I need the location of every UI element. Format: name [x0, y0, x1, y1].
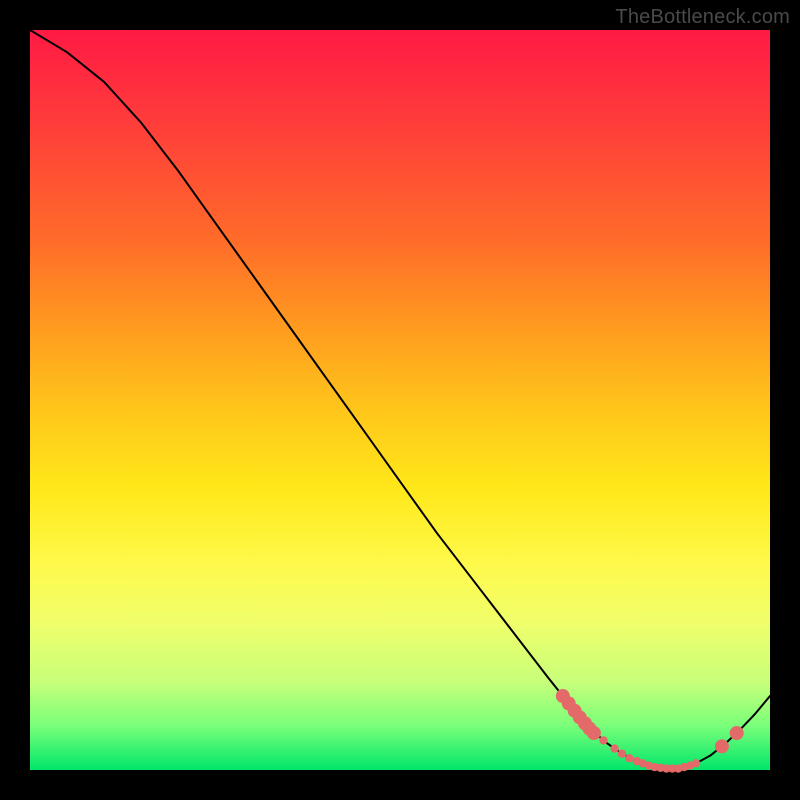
marker-point — [625, 754, 633, 762]
marker-point — [587, 726, 601, 740]
bottleneck-curve — [30, 30, 770, 769]
marker-point — [599, 736, 607, 744]
plot-area — [30, 30, 770, 770]
marker-point — [692, 759, 700, 767]
chart-svg — [30, 30, 770, 770]
watermark-label: TheBottleneck.com — [615, 6, 790, 29]
marker-point — [730, 726, 744, 740]
marker-point — [618, 750, 626, 758]
marker-point — [715, 739, 729, 753]
chart-frame: TheBottleneck.com — [0, 0, 800, 800]
marker-group — [556, 689, 744, 773]
marker-point — [610, 744, 618, 752]
